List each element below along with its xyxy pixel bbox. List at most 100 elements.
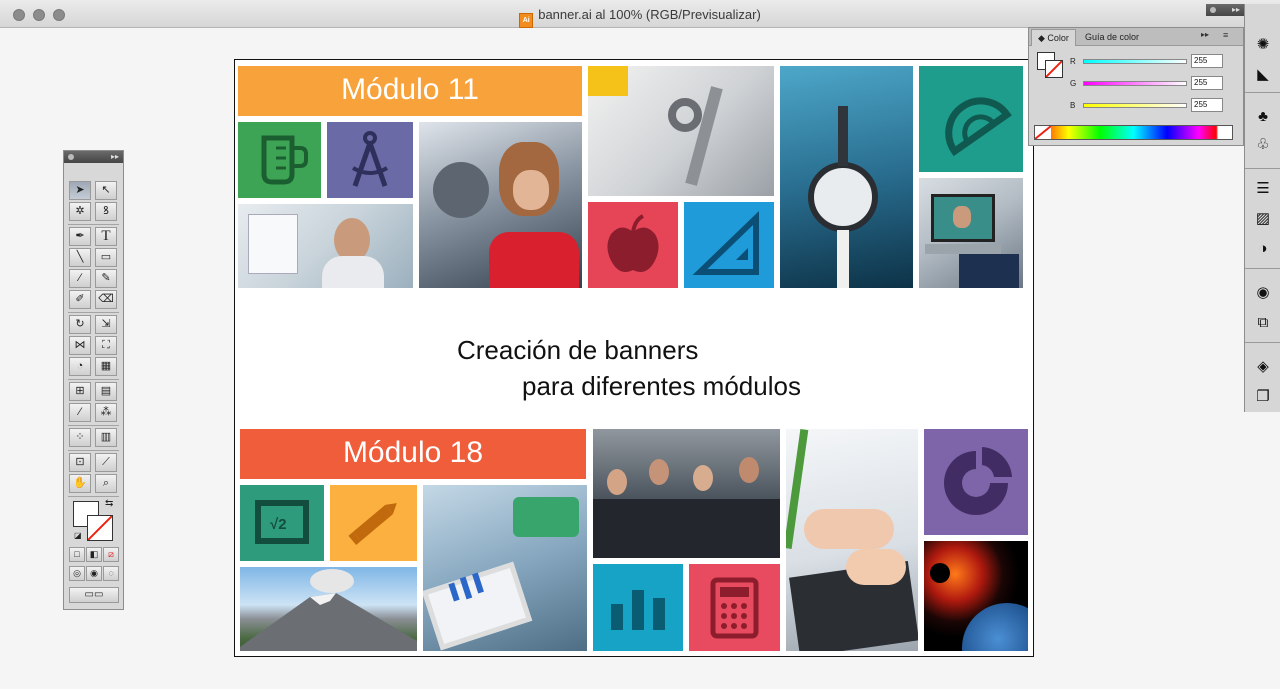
volcano-shape (240, 569, 417, 651)
bar-chart-tile[interactable] (593, 564, 683, 651)
symbol-sprayer-tool[interactable]: ⁘ (69, 428, 91, 447)
expand-dock-icon[interactable]: ▸▸ (1232, 4, 1240, 16)
separator (1245, 92, 1280, 93)
window-title-text: banner.ai al 100% (RGB/Previsualizar) (538, 7, 761, 22)
none-stroke-icon (1045, 60, 1063, 78)
separator (1245, 342, 1280, 343)
none-color-icon[interactable] (1035, 126, 1051, 139)
symbols-icon[interactable]: ♣ (1251, 106, 1275, 128)
stroke-icon[interactable]: ☰ (1251, 178, 1275, 200)
direct-selection-tool[interactable]: ↖ (95, 181, 117, 200)
artboards-icon[interactable]: ❐ (1251, 386, 1275, 408)
red-value-field[interactable]: 255 (1191, 54, 1223, 68)
none-stroke-icon (87, 515, 113, 541)
green-slider[interactable] (1083, 81, 1187, 86)
draw-behind-button[interactable]: ◉ (86, 566, 102, 581)
color-stroke-swatch[interactable] (1045, 60, 1063, 78)
rotate-tool[interactable]: ↻ (69, 315, 91, 334)
brushes-icon[interactable]: ✺ (1251, 34, 1275, 56)
headline-line-1: Creación de banners (457, 335, 699, 365)
module-11-title: Módulo 11 (341, 73, 479, 106)
clubs-icon[interactable]: ♧ (1251, 134, 1275, 156)
eraser-tool[interactable]: ⌫ (95, 290, 117, 309)
tab-color[interactable]: ◆ Color (1031, 29, 1076, 46)
tools-panel-header[interactable]: ▸▸ (64, 151, 123, 163)
screen-mode-button[interactable]: ▭▭ (69, 587, 119, 603)
pen-tool[interactable]: ✒ (69, 227, 91, 246)
free-transform-tool[interactable]: ⛶ (95, 336, 117, 355)
panel-collapse-icon[interactable]: ▸▸ (1201, 30, 1209, 39)
compass-tile[interactable] (327, 122, 413, 198)
gradient-mode-button[interactable]: ◧ (86, 547, 102, 562)
column-graph-tool[interactable]: ▥ (95, 428, 117, 447)
calculator-tile[interactable] (689, 564, 780, 651)
default-fill-stroke-icon[interactable]: ◪ (74, 531, 82, 540)
calculator-icon (710, 577, 759, 639)
slice-tool[interactable]: ⟋ (95, 453, 117, 472)
blob-brush-tool[interactable]: ✐ (69, 290, 91, 309)
draw-normal-button[interactable]: ◎ (69, 566, 85, 581)
beaker-icon (261, 135, 308, 185)
rectangle-tool[interactable]: ▭ (95, 248, 117, 267)
blue-slider[interactable] (1083, 103, 1187, 108)
protractor-tile[interactable] (919, 66, 1023, 172)
apple-tile[interactable] (588, 202, 678, 288)
lasso-tool[interactable]: ꝸ (95, 202, 117, 221)
selection-tool[interactable]: ➤ (69, 181, 91, 200)
collapse-panel-icon[interactable]: ▸▸ (111, 151, 119, 163)
artboard-tool[interactable]: ⊡ (69, 453, 91, 472)
transparency-icon[interactable]: ◑ (1251, 238, 1275, 260)
beaker-tile[interactable] (238, 122, 321, 198)
graphic-styles-icon[interactable]: ⧉ (1251, 312, 1275, 334)
line-tool[interactable]: ╲ (69, 248, 91, 267)
square-root-tile[interactable]: √2 (240, 485, 324, 561)
close-panel-button[interactable] (68, 154, 74, 160)
type-tool[interactable]: T (95, 227, 117, 246)
module-18-header[interactable]: Módulo 18 (240, 429, 586, 479)
separator (68, 224, 119, 225)
layers-icon[interactable]: ◈ (1251, 356, 1275, 378)
photo-bearing-caliper (588, 66, 774, 196)
artboard[interactable]: Módulo 11 Creación de banners para difer… (234, 59, 1034, 657)
pencil-icon (348, 503, 397, 545)
gradient-icon[interactable]: ▨ (1251, 208, 1275, 230)
scale-tool[interactable]: ⇲ (95, 315, 117, 334)
separator (1245, 268, 1280, 269)
width-tool[interactable]: ⋈ (69, 336, 91, 355)
eyedropper-tool[interactable]: ⁄ (69, 403, 91, 422)
color-mode-button[interactable]: □ (69, 547, 85, 562)
gradient-swatch-icon[interactable]: ◣ (1251, 64, 1275, 86)
ai-file-icon: Ai (519, 13, 534, 28)
red-label: R (1070, 57, 1076, 66)
gradient-tool[interactable]: ▤ (95, 382, 117, 401)
hand-tool[interactable]: ✋ (69, 474, 91, 493)
tab-color-guide[interactable]: Guía de color (1079, 29, 1145, 46)
set-square-tile[interactable] (684, 202, 774, 288)
separator (68, 450, 119, 451)
pie-chart-tile[interactable] (924, 429, 1028, 535)
red-slider[interactable] (1083, 59, 1187, 64)
blend-tool[interactable]: ⁂ (95, 403, 117, 422)
green-value-field[interactable]: 255 (1191, 76, 1223, 90)
none-mode-button[interactable]: ⧄ (103, 547, 119, 562)
shape-builder-tool[interactable]: ◔ (69, 357, 91, 376)
blue-value-field[interactable]: 255 (1191, 98, 1223, 112)
color-spectrum[interactable] (1034, 125, 1233, 140)
magic-wand-tool[interactable]: ✲ (69, 202, 91, 221)
stroke-swatch[interactable] (87, 515, 113, 541)
mesh-tool[interactable]: ⊞ (69, 382, 91, 401)
close-dock-button[interactable] (1210, 7, 1216, 13)
pie-chart-icon (944, 447, 1012, 515)
swap-fill-stroke-icon[interactable]: ⇆ (105, 498, 113, 509)
paintbrush-tool[interactable]: ∕ (69, 269, 91, 288)
pencil-tool[interactable]: ✎ (95, 269, 117, 288)
pencil-tile[interactable] (330, 485, 417, 561)
zoom-tool[interactable]: ⌕ (95, 474, 117, 493)
module-11-header[interactable]: Módulo 11 (238, 66, 582, 116)
square-root-icon: √2 (255, 500, 309, 544)
separator (68, 312, 119, 313)
panel-menu-icon[interactable]: ≡ (1223, 30, 1228, 40)
appearance-icon[interactable]: ◉ (1251, 282, 1275, 304)
draw-inside-button[interactable]: ◌ (103, 566, 119, 581)
perspective-grid-tool[interactable]: ▦ (95, 357, 117, 376)
